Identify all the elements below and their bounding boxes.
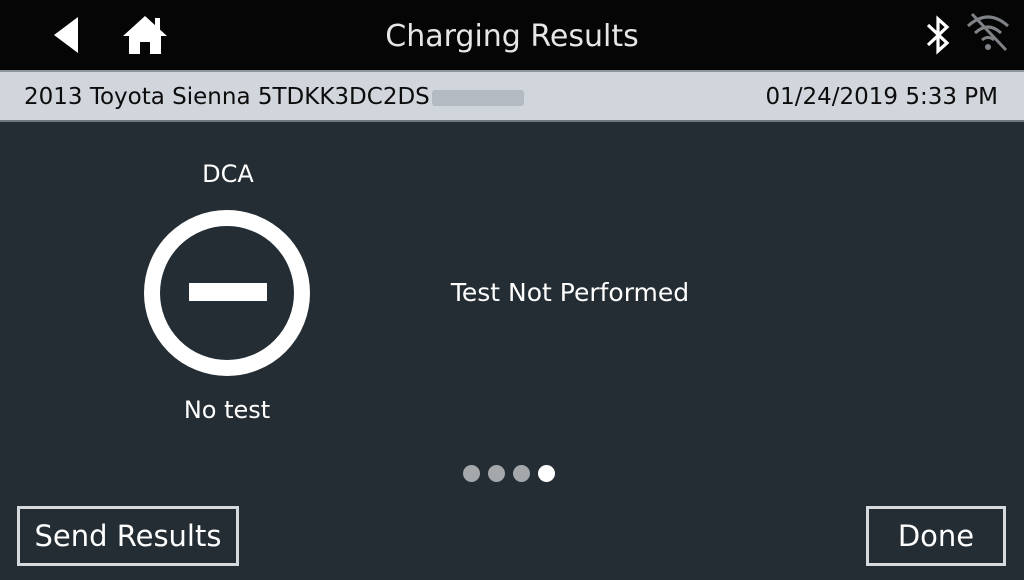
result-message: Test Not Performed bbox=[450, 278, 690, 307]
vehicle-text: 2013 Toyota Sienna 5TDKK3DC2DS bbox=[24, 84, 430, 110]
back-button[interactable] bbox=[40, 10, 90, 60]
wifi-disconnected-icon[interactable] bbox=[964, 10, 1012, 54]
vehicle-info-bar: 2013 Toyota Sienna 5TDKK3DC2DS 01/24/201… bbox=[0, 70, 1024, 122]
home-button[interactable] bbox=[120, 10, 170, 60]
home-icon bbox=[123, 16, 167, 54]
page-indicator bbox=[463, 463, 555, 483]
top-bar: Charging Results bbox=[0, 0, 1024, 70]
test-name: DCA bbox=[202, 160, 254, 188]
vehicle-info: 2013 Toyota Sienna 5TDKK3DC2DS bbox=[24, 72, 524, 120]
minus-circle-icon bbox=[144, 210, 310, 376]
test-status: No test bbox=[183, 396, 271, 424]
page-dot-active[interactable] bbox=[538, 464, 555, 482]
page-dot[interactable] bbox=[488, 464, 505, 482]
vin-redaction bbox=[431, 89, 524, 106]
done-button[interactable]: Done bbox=[866, 506, 1006, 566]
page-dot[interactable] bbox=[463, 464, 480, 482]
send-results-button[interactable]: Send Results bbox=[17, 506, 239, 566]
back-arrow-icon bbox=[54, 17, 78, 53]
bluetooth-icon[interactable] bbox=[920, 14, 956, 56]
date-time: 01/24/2019 5:33 PM bbox=[765, 84, 998, 110]
page-dot[interactable] bbox=[513, 464, 530, 482]
